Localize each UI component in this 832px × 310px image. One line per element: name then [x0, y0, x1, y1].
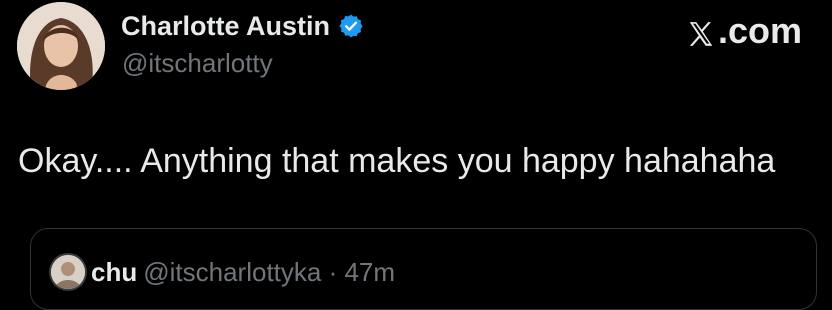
brand-label: .com: [717, 10, 802, 51]
quoted-avatar-image: [51, 255, 85, 289]
quoted-meta: chu @itscharlottyka · 47m: [91, 257, 395, 288]
author-avatar[interactable]: [17, 2, 105, 90]
author-avatar-image: [17, 2, 105, 90]
x-logo-icon: [686, 16, 716, 46]
author-display-name[interactable]: Charlotte Austin: [121, 11, 330, 42]
author-handle[interactable]: @itscharlotty: [122, 48, 273, 79]
quoted-handle-time: @itscharlottyka · 47m: [143, 257, 396, 287]
quoted-tweet-card[interactable]: chu @itscharlottyka · 47m: [30, 228, 817, 310]
author-name-row[interactable]: Charlotte Austin: [121, 9, 364, 43]
quoted-avatar[interactable]: [49, 253, 87, 291]
verified-badge-icon: [338, 13, 364, 39]
brand-watermark: .com: [686, 10, 802, 52]
tweet-text: Okay.... Anything that makes you happy h…: [18, 142, 776, 180]
quoted-name[interactable]: chu: [91, 257, 137, 287]
